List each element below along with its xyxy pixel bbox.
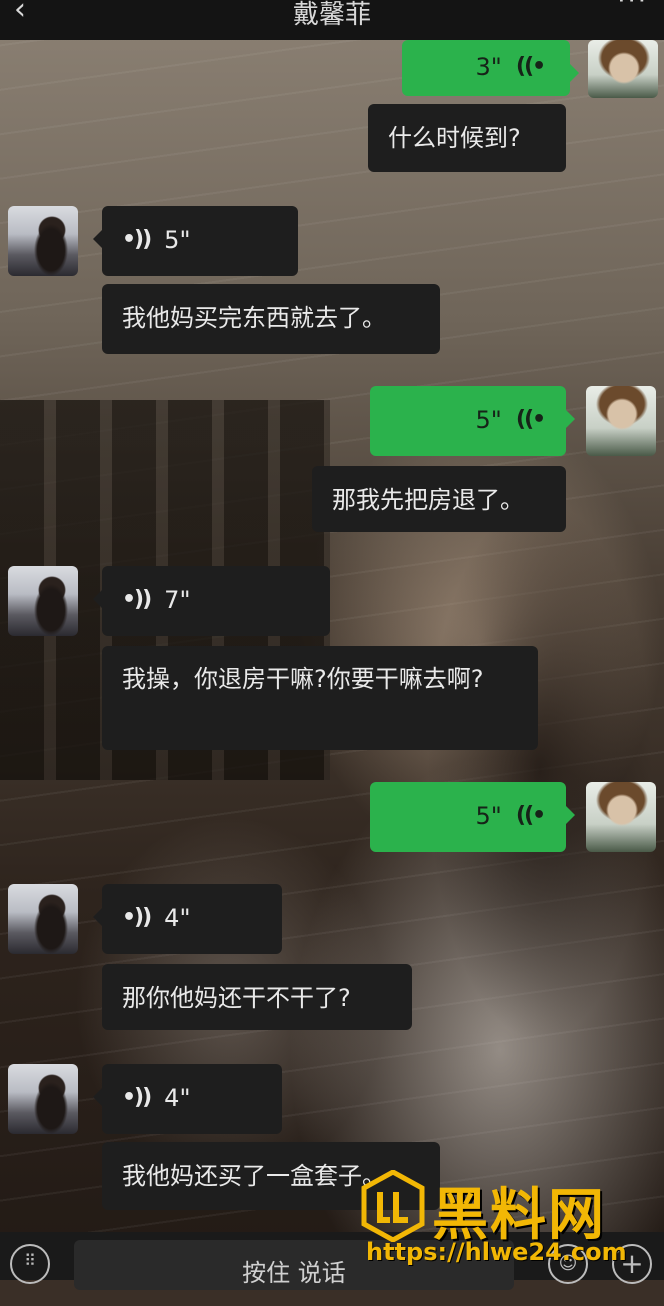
watermark-url: https://hlwe24.com (366, 1238, 627, 1266)
voice-duration: 7" (164, 586, 191, 614)
keyboard-icon[interactable]: ⠿ (10, 1244, 50, 1284)
avatar-contact[interactable] (8, 566, 78, 636)
avatar-me[interactable] (586, 782, 656, 852)
voice-message[interactable]: •)) 4" (93, 1064, 282, 1134)
voice-wave-icon: •)) (517, 803, 546, 828)
text-message[interactable]: 那我先把房退了。 (312, 466, 566, 532)
voice-duration: 5" (475, 802, 502, 830)
message-text: 我他妈还买了一盒套子。 (122, 1162, 386, 1190)
text-message[interactable]: 那你他妈还干不干了? (102, 964, 412, 1030)
text-message[interactable]: 什么时候到? (368, 104, 566, 172)
voice-wave-icon: •)) (517, 407, 546, 432)
message-text: 那你他妈还干不干了? (122, 984, 351, 1012)
watermark: 黑料网 https://hlwe24.com (360, 1170, 660, 1274)
avatar-me[interactable] (586, 386, 656, 456)
voice-wave-icon: •)) (122, 587, 152, 612)
message-text: 什么时候到? (388, 124, 521, 152)
avatar-me[interactable] (588, 40, 658, 98)
avatar-contact[interactable] (8, 884, 78, 954)
voice-duration: 5" (475, 406, 502, 434)
message-text: 我他妈买完东西就去了。 (122, 304, 386, 332)
voice-wave-icon: •)) (517, 54, 546, 79)
voice-message[interactable]: •)) 7" (93, 566, 330, 636)
message-text: 我操，你退房干嘛?你要干嘛去啊? (122, 665, 484, 693)
voice-duration: 5" (164, 226, 191, 254)
avatar-contact[interactable] (8, 206, 78, 276)
message-text: 那我先把房退了。 (332, 486, 524, 514)
voice-message[interactable]: •)) 5" (93, 206, 298, 276)
voice-wave-icon: •)) (122, 227, 152, 252)
voice-message[interactable]: 5" •)) (370, 386, 575, 456)
ellipsis-icon[interactable]: ··· (617, 0, 648, 16)
voice-message[interactable]: 3" •)) (402, 40, 579, 96)
watermark-logo (361, 1170, 425, 1242)
voice-wave-icon: •)) (122, 1085, 152, 1110)
voice-duration: 3" (475, 53, 502, 81)
voice-message[interactable]: 5" •)) (370, 782, 575, 852)
avatar-contact[interactable] (8, 1064, 78, 1134)
chat-header: ‹ 戴馨菲 ··· (0, 0, 664, 40)
voice-message[interactable]: •)) 4" (93, 884, 282, 954)
chat-title: 戴馨菲 (292, 0, 371, 30)
text-message[interactable]: 我操，你退房干嘛?你要干嘛去啊? (102, 646, 538, 750)
text-message[interactable]: 我他妈买完东西就去了。 (102, 284, 440, 354)
voice-wave-icon: •)) (122, 905, 152, 930)
voice-duration: 4" (164, 1084, 191, 1112)
voice-duration: 4" (164, 904, 191, 932)
